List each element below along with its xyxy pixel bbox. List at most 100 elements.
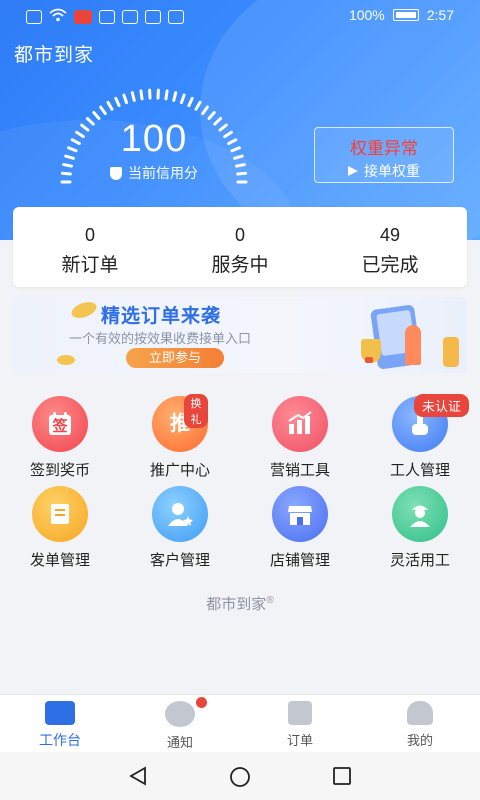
banner-description: 一个有效的按效果收费接单入口	[69, 331, 252, 346]
gauge-tick	[164, 89, 169, 101]
grid-item-label: 签到奖币	[29, 462, 90, 479]
credit-score: 100	[120, 118, 188, 160]
stat-completed[interactable]: 49 已完成	[330, 225, 450, 277]
coin-icon	[57, 355, 75, 365]
grid-item-marketing[interactable]: 营销工具	[250, 396, 350, 480]
tab-label: 工作台	[39, 732, 81, 748]
grid-item-shop[interactable]: 店铺管理	[250, 486, 350, 570]
tab-orders[interactable]: 订单	[240, 701, 360, 749]
promotion-icon: 推 换礼	[152, 394, 208, 452]
person-illustration-icon	[405, 325, 421, 365]
grid-item-customers[interactable]: 客户管理	[130, 486, 230, 570]
worker-hand-icon: 未认证	[392, 394, 470, 452]
grid-item-flexible-work[interactable]: 灵活用工	[370, 486, 470, 570]
stat-label: 服务中	[211, 255, 269, 276]
grid-item-label: 客户管理	[149, 552, 210, 569]
grid-item-label: 工人管理	[389, 462, 450, 479]
gauge-tick	[122, 93, 129, 105]
weight-status-button[interactable]: 权重异常 接单权重	[314, 127, 454, 183]
order-dispatch-icon	[32, 486, 88, 542]
tab-notifications[interactable]: 通知	[120, 701, 240, 751]
workbench-icon	[45, 701, 75, 725]
sign-in-glyph: 签	[52, 418, 68, 435]
grid-item-label: 灵活用工	[389, 552, 450, 569]
stat-value: 0	[84, 225, 95, 245]
grid-item-label: 推广中心	[149, 462, 210, 479]
promo-banner[interactable]: 精选订单来袭 一个有效的按效果收费接单入口 立即参与	[13, 297, 467, 373]
stat-label: 新订单	[61, 255, 119, 276]
stat-in-service[interactable]: 0 服务中	[180, 225, 300, 277]
gauge-tick	[114, 96, 121, 108]
stat-label: 已完成	[361, 255, 419, 276]
gauge-tick	[187, 96, 194, 108]
tab-profile[interactable]: 我的	[360, 701, 480, 749]
footer-brand-text: 都市到家	[206, 596, 267, 613]
battery-percent: 100%	[348, 7, 385, 23]
coin-stack-icon	[443, 337, 459, 367]
customer-icon	[152, 486, 208, 542]
grid-item-label: 营销工具	[269, 462, 330, 479]
credit-label-text: 当前信用分	[128, 165, 198, 181]
status-bar: 100% 2:57	[0, 0, 480, 32]
banner-headline: 精选订单来袭	[101, 306, 222, 327]
wifi-icon	[49, 8, 67, 25]
battery-icon	[392, 9, 419, 21]
marketing-chart-icon	[272, 396, 328, 452]
gift-badge: 换礼	[184, 394, 208, 428]
send-plane-icon	[348, 166, 358, 176]
gauge-tick	[201, 105, 209, 116]
tab-label: 订单	[286, 733, 313, 748]
grid-item-label: 发单管理	[29, 552, 90, 569]
notification-alert-icon	[26, 9, 42, 24]
shop-icon	[272, 486, 328, 542]
grid-item-workers[interactable]: 未认证 工人管理	[370, 394, 470, 480]
gauge-tick	[179, 93, 186, 105]
order-weight-label: 接单权重	[364, 163, 420, 179]
tab-label: 我的	[406, 733, 433, 748]
grid-item-sign-in[interactable]: 签 签到奖币	[10, 396, 110, 480]
page-title: 都市到家	[14, 45, 95, 66]
order-list-icon	[288, 701, 312, 725]
decorative-dot	[365, 357, 373, 363]
shield-icon	[110, 166, 122, 180]
sign-in-icon: 签	[32, 396, 88, 452]
grid-item-promotion[interactable]: 推 换礼 推广中心	[130, 394, 230, 480]
recent-apps-icon[interactable]	[332, 766, 352, 791]
order-stats-card: 0 新订单 0 服务中 49 已完成	[13, 207, 467, 287]
gauge-tick	[106, 100, 114, 111]
home-icon[interactable]	[229, 766, 251, 793]
unverified-badge: 未认证	[414, 394, 470, 417]
notification-icon	[165, 701, 195, 727]
footer-brand: 都市到家®	[0, 593, 480, 614]
system-nav-bar	[0, 752, 480, 800]
app-notification-icon	[74, 9, 92, 24]
gauge-tick	[99, 105, 107, 116]
profile-icon	[407, 701, 433, 725]
tab-label: 通知	[166, 735, 193, 750]
tab-workbench[interactable]: 工作台	[0, 701, 120, 750]
grid-item-dispatch[interactable]: 发单管理	[10, 486, 110, 570]
gauge-tick	[139, 89, 144, 101]
join-now-button[interactable]: 立即参与	[126, 348, 224, 368]
gauge-tick	[194, 100, 202, 111]
registered-mark: ®	[266, 595, 274, 606]
weight-warning-text: 权重异常	[350, 139, 418, 158]
order-weight-link[interactable]: 接单权重	[315, 161, 453, 181]
app-notification-icon	[99, 9, 115, 24]
gauge-tick	[130, 91, 136, 102]
stat-new-orders[interactable]: 0 新订单	[30, 225, 150, 277]
video-app-icon	[145, 9, 161, 24]
coin-icon	[69, 298, 99, 322]
flexible-worker-icon	[392, 486, 448, 542]
grid-item-label: 店铺管理	[269, 552, 330, 569]
stat-value: 0	[234, 225, 245, 245]
bottom-tab-bar: 工作台 通知 订单 我的	[0, 694, 480, 752]
unread-dot-badge	[196, 697, 207, 708]
gauge-tick	[172, 91, 178, 102]
stat-value: 49	[379, 225, 401, 245]
clock: 2:57	[426, 7, 454, 23]
search-app-icon	[122, 9, 138, 24]
app-notification-icon	[168, 9, 184, 24]
back-icon[interactable]	[128, 766, 148, 791]
credit-score-label: 当前信用分	[56, 163, 252, 183]
